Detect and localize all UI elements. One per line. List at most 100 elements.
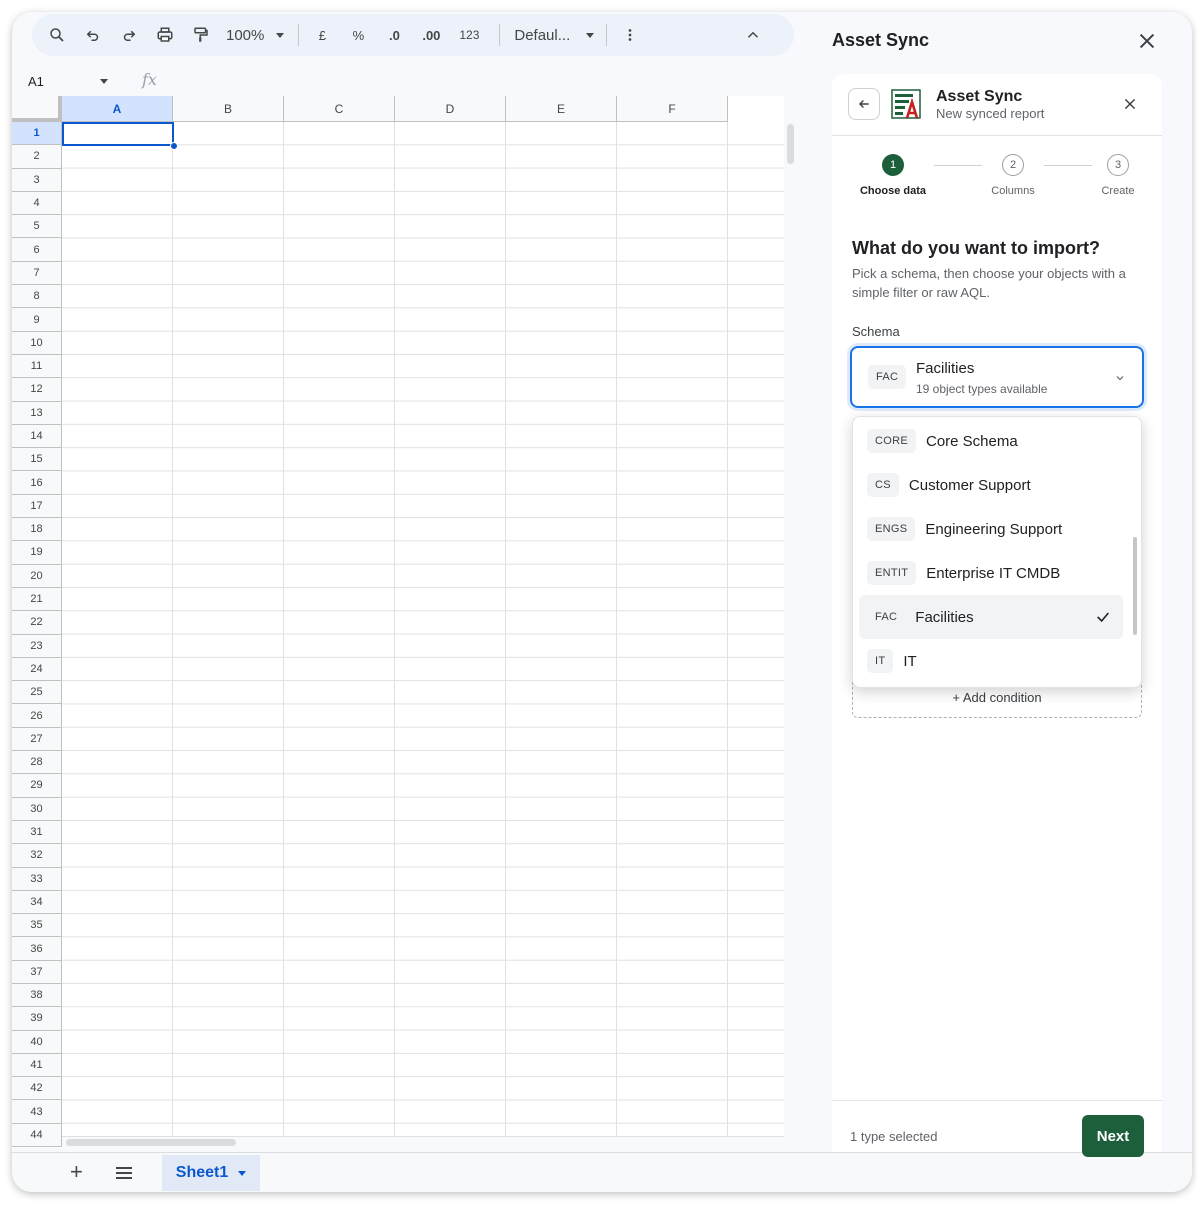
chevron-down-icon[interactable] (238, 1170, 247, 1176)
vertical-scroll-thumb[interactable] (787, 124, 794, 164)
close-icon[interactable] (1122, 96, 1138, 112)
row-header-43[interactable]: 43 (12, 1100, 62, 1124)
vertical-scrollbar[interactable] (784, 96, 796, 1148)
row-header-38[interactable]: 38 (12, 983, 62, 1008)
percent-format-button[interactable]: % (343, 20, 373, 50)
number-format-icon: 123 (459, 28, 480, 42)
spreadsheet-grid[interactable]: ABCDEF 1 2 3 4 5 6 7 8 9 10 11 12 13 14 15 16 17 18 19 20 21… (12, 96, 784, 1148)
row-header-42[interactable]: 42 (12, 1077, 62, 1101)
row-header-17[interactable]: 17 (12, 494, 62, 519)
row-header-30[interactable]: 30 (12, 797, 62, 821)
row-header-6[interactable]: 6 (12, 238, 62, 262)
schema-option-cs[interactable]: CS Customer Support (859, 463, 1123, 507)
row-header-36[interactable]: 36 (12, 937, 62, 961)
fill-handle[interactable] (170, 142, 178, 150)
row-header-25[interactable]: 25 (12, 681, 62, 705)
name-box[interactable]: A1 (28, 74, 118, 89)
row-header-40[interactable]: 40 (12, 1030, 62, 1054)
row-header-34[interactable]: 34 (12, 890, 62, 915)
row-header-18[interactable]: 18 (12, 518, 62, 542)
row-header-28[interactable]: 28 (12, 751, 62, 775)
increase-decimal-button[interactable]: .00 (415, 20, 447, 50)
row-header-15[interactable]: 15 (12, 448, 62, 472)
schema-select[interactable]: FAC Facilities 19 object types available (850, 346, 1144, 408)
row-header-22[interactable]: 22 (12, 611, 62, 635)
step-columns: 2 Columns (968, 154, 1058, 197)
next-button[interactable]: Next (1082, 1115, 1144, 1157)
row-header-20[interactable]: 20 (12, 564, 62, 588)
decrease-decimal-button[interactable]: .0 (379, 20, 409, 50)
selected-cell[interactable] (62, 122, 174, 146)
all-sheets-button[interactable] (116, 1167, 132, 1182)
row-header-10[interactable]: 10 (12, 331, 62, 355)
step-label: Choose data (859, 185, 926, 197)
print-button[interactable] (150, 20, 180, 50)
row-header-32[interactable]: 32 (12, 844, 62, 868)
row-header-26[interactable]: 26 (12, 704, 62, 728)
row-header-21[interactable]: 21 (12, 587, 62, 612)
number-format-button[interactable]: 123 (453, 20, 485, 50)
function-icon: fx (142, 70, 157, 89)
schema-option-engs[interactable]: ENGS Engineering Support (859, 507, 1123, 551)
back-button[interactable] (848, 88, 880, 120)
row-header-24[interactable]: 24 (12, 657, 62, 682)
search-button[interactable] (42, 20, 72, 50)
currency-format-button[interactable]: £ (307, 20, 337, 50)
column-header-a[interactable]: A (62, 96, 173, 122)
row-header-37[interactable]: 37 (12, 960, 62, 984)
undo-button[interactable] (78, 20, 108, 50)
column-header-f[interactable]: F (617, 96, 728, 122)
column-header-e[interactable]: E (506, 96, 617, 122)
schema-option-entit[interactable]: ENTIT Enterprise IT CMDB (859, 551, 1123, 595)
more-options-button[interactable] (615, 20, 645, 50)
row-header-39[interactable]: 39 (12, 1007, 62, 1031)
column-header-b[interactable]: B (173, 96, 284, 122)
row-header-1[interactable]: 1 (12, 122, 62, 146)
sheet-tab-sheet1[interactable]: Sheet1 (162, 1155, 260, 1191)
row-header-13[interactable]: 13 (12, 401, 62, 425)
row-header-8[interactable]: 8 (12, 285, 62, 309)
row-header-35[interactable]: 35 (12, 914, 62, 938)
column-header-d[interactable]: D (395, 96, 506, 122)
redo-button[interactable] (114, 20, 144, 50)
row-header-29[interactable]: 29 (12, 774, 62, 798)
horizontal-scroll-thumb[interactable] (66, 1139, 236, 1146)
row-header-14[interactable]: 14 (12, 424, 62, 449)
close-icon[interactable] (1136, 30, 1158, 52)
row-header-3[interactable]: 3 (12, 168, 62, 192)
cell-area[interactable] (62, 122, 784, 1148)
schema-option-fac[interactable]: FAC Facilities (859, 595, 1123, 639)
row-header-44[interactable]: 44 (12, 1123, 62, 1148)
row-header-16[interactable]: 16 (12, 471, 62, 495)
zoom-select[interactable]: 100% (226, 20, 285, 50)
schema-option-label: Customer Support (908, 476, 1031, 494)
row-header-4[interactable]: 4 (12, 191, 62, 216)
import-description: Pick a schema, then choose your objects … (852, 266, 1126, 300)
step-number: 1 (882, 154, 904, 176)
row-header-23[interactable]: 23 (12, 634, 62, 658)
dropdown-scrollbar[interactable] (1133, 537, 1137, 635)
row-header-31[interactable]: 31 (12, 820, 62, 845)
horizontal-scrollbar[interactable] (62, 1136, 784, 1148)
font-select[interactable]: Defaul... (514, 20, 595, 50)
row-header-2[interactable]: 2 (12, 145, 62, 169)
row-header-5[interactable]: 5 (12, 215, 62, 239)
row-header-9[interactable]: 9 (12, 308, 62, 332)
column-header-c[interactable]: C (284, 96, 395, 122)
paint-format-button[interactable] (186, 20, 216, 50)
row-header-7[interactable]: 7 (12, 261, 62, 286)
row-header-41[interactable]: 41 (12, 1053, 62, 1078)
schema-option-core[interactable]: CORE Core Schema (859, 419, 1123, 463)
select-all-corner[interactable] (12, 96, 62, 122)
row-header-33[interactable]: 33 (12, 867, 62, 891)
add-sheet-button[interactable]: + (70, 1159, 83, 1185)
collapse-toolbar-button[interactable] (738, 20, 768, 50)
schema-option-it[interactable]: IT IT (859, 639, 1123, 683)
redo-icon (123, 30, 136, 41)
app-window: 100% £ % .0 .00 123 Defaul... A1 fx A B … (12, 12, 1192, 1192)
row-header-19[interactable]: 19 (12, 541, 62, 565)
row-header-12[interactable]: 12 (12, 378, 62, 402)
row-header-11[interactable]: 11 (12, 354, 62, 379)
row-header-27[interactable]: 27 (12, 727, 62, 752)
selection-count: 1 type selected (850, 1129, 938, 1144)
